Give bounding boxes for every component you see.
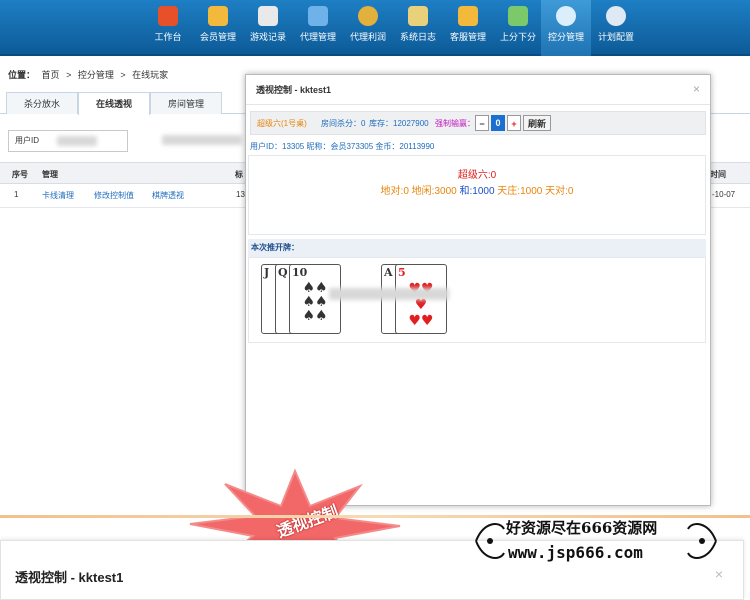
control-bar: 超级六(1号桌) 房间杀分：0 库存：12027900 强制输赢： − 0 + … [250, 111, 706, 135]
result-part-a: 地对:0 地闲:3000 [380, 186, 457, 197]
force-win-label: 强制输赢： [435, 119, 475, 128]
nav-item-customer-service[interactable]: 客服管理 [443, 4, 493, 52]
breadcrumb-sep: > [66, 70, 72, 80]
clear-line-link[interactable]: 卡线清理 [42, 190, 74, 201]
bet-result-box: 超级六:0 地对:0 地闲:3000 和:1000 天庄:1000 天对:0 [248, 155, 706, 235]
nav-item-score-control[interactable]: 控分管理 [541, 0, 591, 56]
nav-label: 会员管理 [199, 32, 236, 42]
nav-label: 游戏记录 [249, 32, 286, 42]
nav-label: 客服管理 [449, 32, 486, 42]
redacted-overlay [329, 288, 449, 300]
col-manage: 管理 [42, 170, 58, 179]
breadcrumb-home[interactable]: 首页 [42, 70, 60, 80]
watermark-line2: www.jsp666.com [508, 543, 643, 562]
card-view-link[interactable]: 棋牌透视 [152, 190, 184, 201]
monitor-icon [308, 6, 328, 26]
users-icon [208, 6, 228, 26]
money-bag-icon [358, 6, 378, 26]
redacted-value [57, 135, 98, 146]
nav-item-agent-profit[interactable]: 代理利润 [343, 4, 393, 52]
row-date: -10-07 [712, 190, 736, 199]
result-line-1: 超级六:0 [457, 170, 497, 181]
nav-label: 代理管理 [299, 32, 336, 42]
tab-room-management[interactable]: 房间管理 [150, 92, 222, 114]
room-score: 房间杀分：0 [321, 119, 366, 128]
nav-item-plan-config[interactable]: 计划配置 [591, 4, 641, 52]
col-time-partial: 时间 [710, 170, 726, 179]
edit-control-link[interactable]: 修改控制值 [94, 190, 134, 201]
close-icon[interactable]: × [715, 566, 723, 582]
redacted-value [162, 134, 242, 145]
modal-title: 透视控制 - kktest1 [246, 75, 710, 105]
cards-area: J Q 10 ♠♠♠♠♠♠ A 5 ♥♥♥♥♥ [248, 257, 706, 343]
nav-item-system-log[interactable]: 系统日志 [393, 4, 443, 52]
gears-icon [606, 6, 626, 26]
chart-icon [508, 6, 528, 26]
force-value-input[interactable]: 0 [491, 115, 505, 131]
user-id-field[interactable]: 用户ID [8, 130, 128, 152]
clipboard-icon [408, 6, 428, 26]
breadcrumb-online-players: 在线玩家 [132, 70, 169, 80]
tab-kill-release[interactable]: 杀分放水 [6, 92, 78, 114]
close-icon[interactable]: × [693, 82, 700, 96]
breadcrumb: 位置： 首页 > 控分管理 > 在线玩家 [8, 68, 172, 81]
watermark: 好资源尽在666资源网 www.jsp666.com [470, 515, 722, 567]
result-part-c: 天庄:1000 天对:0 [497, 186, 574, 197]
breadcrumb-score-control[interactable]: 控分管理 [78, 70, 114, 80]
result-part-b: 和:1000 [459, 186, 495, 197]
nav-item-workbench[interactable]: 工作台 [143, 4, 193, 52]
nav-label: 系统日志 [399, 32, 436, 42]
card-rank: J [264, 266, 270, 279]
user-id-label: 用户ID [15, 136, 39, 145]
cards-title: 本次推开牌： [248, 239, 706, 257]
top-nav-bar: 工作台 会员管理 游戏记录 代理管理 代理利润 系统日志 客服管理 上分下分 控… [0, 0, 750, 56]
player-info: 用户ID：13305 昵称：会员373305 金币：20113990 [250, 142, 435, 151]
stock-value: 库存：12027900 [369, 119, 429, 128]
control-icon [556, 6, 576, 26]
nav-item-members[interactable]: 会员管理 [193, 4, 243, 52]
minus-button[interactable]: − [475, 115, 489, 131]
nav-label: 代理利润 [349, 32, 386, 42]
house-icon [158, 6, 178, 26]
nav-label: 计划配置 [597, 32, 634, 42]
bottom-title: 透视控制 - kktest1 [15, 570, 124, 585]
card-rank: A [384, 266, 393, 279]
nav-label: 工作台 [154, 32, 182, 42]
game-label: 超级六(1号桌) [257, 119, 307, 128]
col-partial: 标 [235, 170, 243, 179]
col-index: 序号 [12, 170, 28, 179]
view-control-modal: 透视控制 - kktest1 × 超级六(1号桌) 房间杀分：0 库存：1202… [245, 74, 711, 506]
tab-online-view[interactable]: 在线透视 [78, 92, 150, 115]
breadcrumb-prefix: 位置： [8, 70, 36, 80]
nav-label: 控分管理 [547, 32, 584, 42]
breadcrumb-sep: > [120, 70, 126, 80]
card-rank: Q [278, 266, 288, 279]
nav-item-score-up-down[interactable]: 上分下分 [493, 4, 543, 52]
nav-item-agents[interactable]: 代理管理 [293, 4, 343, 52]
refresh-button[interactable]: 刷新 [523, 115, 551, 131]
pen-icon [258, 6, 278, 26]
result-line-2: 地对:0 地闲:3000 和:1000 天庄:1000 天对:0 [249, 182, 705, 197]
watermark-line1: 好资源尽在666资源网 [506, 519, 658, 537]
nav-label: 上分下分 [499, 32, 536, 42]
row-col4: 13 [236, 190, 245, 199]
redacted-filter [156, 130, 246, 152]
card-rank: 5 [398, 266, 406, 279]
row-index: 1 [14, 190, 19, 199]
nav-item-game-records[interactable]: 游戏记录 [243, 4, 293, 52]
people-icon [458, 6, 478, 26]
plus-button[interactable]: + [507, 115, 521, 131]
card-rank: 10 [292, 266, 308, 279]
